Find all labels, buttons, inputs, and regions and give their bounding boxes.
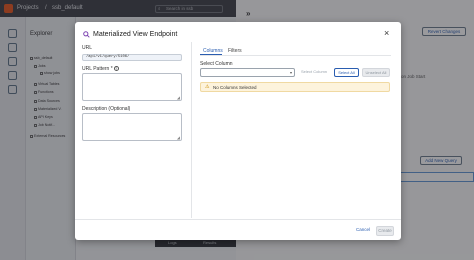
select-column-dropdown[interactable]: ▾ bbox=[200, 68, 295, 77]
tabs-divider bbox=[200, 55, 391, 56]
warning-text: No Columns Selected bbox=[213, 85, 257, 90]
close-icon[interactable]: × bbox=[384, 29, 389, 38]
cancel-button[interactable]: Cancel bbox=[353, 226, 373, 236]
url-pattern-label: URL Pattern *? bbox=[82, 66, 119, 72]
no-columns-warning: ⚠ No Columns Selected bbox=[200, 82, 390, 92]
select-column-label: Select Column bbox=[200, 61, 233, 67]
dialog-title: Materialized View Endpoint bbox=[93, 31, 178, 38]
resize-handle-icon[interactable]: ◢ bbox=[177, 96, 180, 100]
chevron-down-icon: ▾ bbox=[289, 70, 292, 75]
description-input[interactable]: ◢ bbox=[82, 113, 182, 141]
tab-filters[interactable]: Filters bbox=[228, 48, 242, 54]
url-label: URL bbox=[82, 45, 93, 51]
help-icon[interactable]: ? bbox=[113, 66, 119, 72]
url-field[interactable]: /api/v1/query/5106/ bbox=[82, 54, 182, 61]
endpoint-icon bbox=[83, 31, 90, 38]
unselect-all-button[interactable]: Unselect All bbox=[362, 68, 390, 77]
select-all-button[interactable]: Select All bbox=[334, 68, 359, 77]
url-pattern-input[interactable]: ◢ bbox=[82, 73, 182, 101]
select-column-button[interactable]: Select Column bbox=[298, 68, 330, 77]
description-label: Description (Optional) bbox=[82, 106, 131, 112]
materialized-view-endpoint-dialog: Materialized View Endpoint × URL /api/v1… bbox=[75, 22, 401, 240]
footer-divider bbox=[75, 219, 401, 220]
create-button[interactable]: Create bbox=[376, 226, 394, 236]
resize-handle-icon[interactable]: ◢ bbox=[177, 136, 180, 140]
column-divider bbox=[191, 42, 192, 218]
warning-icon: ⚠ bbox=[205, 84, 210, 90]
